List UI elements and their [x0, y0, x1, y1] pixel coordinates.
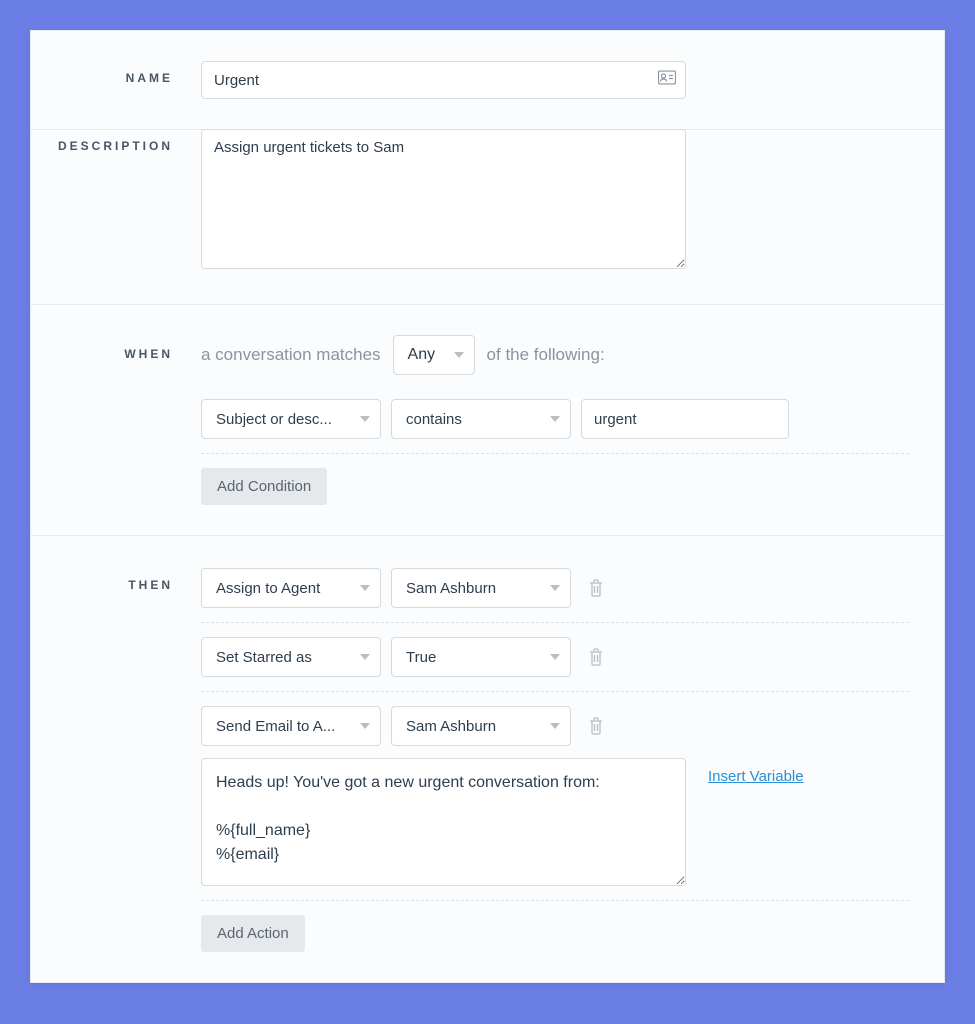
action-type-select[interactable]: Send Email to A... — [201, 706, 381, 746]
condition-operator-select[interactable]: contains — [391, 399, 571, 439]
then-label: THEN — [128, 578, 173, 592]
action-type-value: Set Starred as — [216, 649, 352, 666]
chevron-down-icon — [550, 416, 560, 422]
rule-form-panel: NAME DESCRIPTION WHEN a conversation mat… — [30, 30, 945, 983]
delete-action-button[interactable] — [587, 647, 605, 667]
delete-action-button[interactable] — [587, 578, 605, 598]
description-label: DESCRIPTION — [58, 139, 173, 153]
description-textarea[interactable] — [201, 129, 686, 269]
action-type-value: Assign to Agent — [216, 580, 352, 597]
action-row: Set Starred as True — [201, 637, 909, 677]
condition-row: Subject or desc... contains — [201, 399, 909, 439]
name-content — [201, 61, 909, 99]
action-type-select[interactable]: Assign to Agent — [201, 568, 381, 608]
when-section: WHEN a conversation matches Any of the f… — [31, 305, 944, 536]
add-action-button[interactable]: Add Action — [201, 915, 305, 952]
action-row: Assign to Agent Sam Ashburn — [201, 568, 909, 608]
divider — [201, 453, 909, 454]
name-label-col: NAME — [31, 61, 201, 99]
then-section: THEN Assign to Agent Sam Ashburn — [31, 536, 944, 982]
when-prefix-text: a conversation matches — [201, 345, 381, 365]
match-mode-select[interactable]: Any — [393, 335, 475, 375]
name-input[interactable] — [201, 61, 686, 99]
divider — [201, 622, 909, 623]
condition-field-select[interactable]: Subject or desc... — [201, 399, 381, 439]
divider — [201, 691, 909, 692]
action-row: Send Email to A... Sam Ashburn — [201, 706, 909, 746]
chevron-down-icon — [360, 416, 370, 422]
action-type-select[interactable]: Set Starred as — [201, 637, 381, 677]
add-condition-button[interactable]: Add Condition — [201, 468, 327, 505]
action-value-select[interactable]: Sam Ashburn — [391, 568, 571, 608]
condition-value-input[interactable] — [581, 399, 789, 439]
description-content — [201, 129, 909, 274]
chevron-down-icon — [550, 654, 560, 660]
action-value-select[interactable]: True — [391, 637, 571, 677]
then-content: Assign to Agent Sam Ashburn Set Starred … — [201, 566, 909, 952]
chevron-down-icon — [550, 723, 560, 729]
action-value-text: Sam Ashburn — [406, 580, 542, 597]
when-suffix-text: of the following: — [487, 345, 605, 365]
action-value-select[interactable]: Sam Ashburn — [391, 706, 571, 746]
description-section: DESCRIPTION — [31, 99, 944, 305]
divider — [201, 900, 909, 901]
match-mode-value: Any — [408, 346, 436, 364]
chevron-down-icon — [360, 654, 370, 660]
condition-field-value: Subject or desc... — [216, 411, 352, 428]
conditions-list: Subject or desc... contains Add Conditio… — [201, 399, 909, 505]
when-label-col: WHEN — [31, 335, 201, 505]
email-body-textarea[interactable] — [201, 758, 686, 886]
condition-operator-value: contains — [406, 411, 542, 428]
action-value-text: Sam Ashburn — [406, 718, 542, 735]
description-label-col: DESCRIPTION — [31, 129, 201, 274]
action-value-text: True — [406, 649, 542, 666]
chevron-down-icon — [550, 585, 560, 591]
when-content: a conversation matches Any of the follow… — [201, 335, 909, 505]
email-body-row: Insert Variable — [201, 746, 909, 886]
when-sentence: a conversation matches Any of the follow… — [201, 335, 605, 375]
then-label-col: THEN — [31, 566, 201, 952]
chevron-down-icon — [360, 723, 370, 729]
chevron-down-icon — [360, 585, 370, 591]
insert-variable-link[interactable]: Insert Variable — [708, 768, 804, 785]
action-type-value: Send Email to A... — [216, 718, 352, 735]
when-label: WHEN — [124, 347, 173, 361]
chevron-down-icon — [454, 352, 464, 358]
name-label: NAME — [126, 71, 173, 85]
delete-action-button[interactable] — [587, 716, 605, 736]
